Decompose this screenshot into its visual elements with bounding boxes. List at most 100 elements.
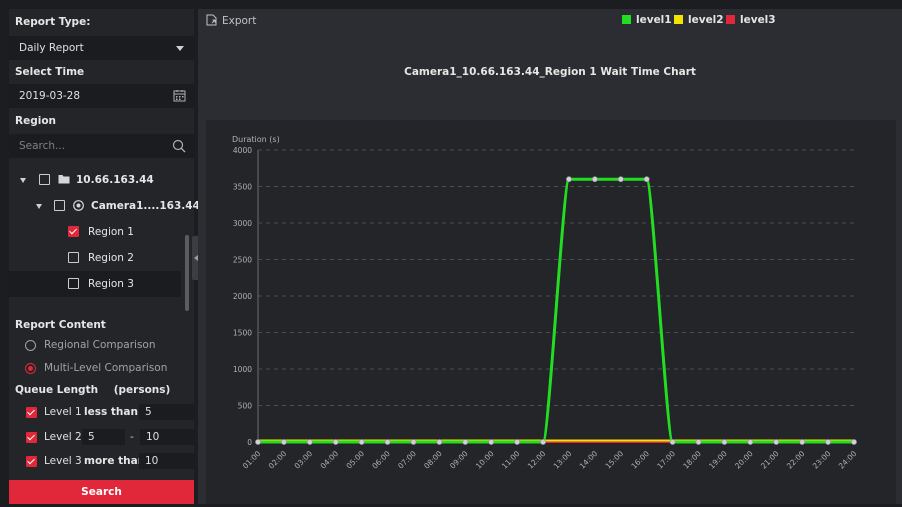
tree-node-region-3[interactable]: Region 3: [9, 271, 181, 297]
x-tick-label: 12:00: [526, 449, 548, 471]
region-1-checkbox[interactable]: [68, 226, 79, 237]
calendar-icon[interactable]: [173, 89, 186, 102]
data-point: [410, 439, 417, 445]
chart-area: Duration (s) 0 500 1000 1500 2000 2500 3000 350…: [206, 120, 896, 504]
legend-label: level3: [740, 14, 776, 26]
radio-multi-level-comparison[interactable]: [25, 363, 36, 374]
date-field[interactable]: 2019-03-28: [9, 84, 194, 108]
data-point: [695, 439, 702, 445]
region-2-label: Region 2: [88, 252, 134, 264]
data-point: [255, 439, 261, 445]
date-value: 2019-03-28: [19, 90, 81, 102]
queue-length-label: Queue Length (persons): [15, 384, 170, 396]
chevron-down-icon: [176, 46, 184, 51]
level-1-checkbox[interactable]: [26, 407, 37, 418]
data-point: [462, 439, 469, 445]
region-1-label: Region 1: [88, 226, 134, 238]
queue-length-title: Queue Length: [15, 384, 99, 396]
tree-node-region-2[interactable]: Region 2: [9, 245, 181, 271]
legend-item-level2: level2: [674, 14, 724, 26]
camera-checkbox[interactable]: [54, 200, 65, 211]
data-point: [825, 439, 831, 445]
root-checkbox[interactable]: [39, 174, 50, 185]
range-separator: -: [130, 431, 134, 443]
data-point: [384, 439, 391, 445]
tree-node-region-1[interactable]: Region 1: [9, 219, 181, 245]
y-tick-label: 2500: [233, 256, 252, 265]
x-tick-label: 18:00: [681, 449, 703, 471]
data-point: [851, 439, 857, 445]
data-point: [436, 439, 443, 445]
legend-label: level2: [688, 14, 724, 26]
multi-level-comparison-label[interactable]: Multi-Level Comparison: [44, 362, 167, 374]
level-1-condition: less than: [84, 406, 138, 418]
data-point: [643, 176, 650, 183]
data-point: [540, 439, 546, 445]
camera-label: Camera1....163.44: [91, 200, 200, 212]
legend-item-level1: level1: [622, 14, 672, 26]
export-button[interactable]: Export: [206, 14, 256, 27]
y-tick-label: 4000: [233, 146, 252, 155]
tree-node-camera[interactable]: Camera1....163.44: [9, 193, 200, 219]
regional-comparison-label[interactable]: Regional Comparison: [44, 339, 156, 351]
level-2-from-input[interactable]: 5: [82, 429, 125, 445]
series-line-level1: [258, 177, 854, 444]
level-2-checkbox[interactable]: [26, 432, 37, 443]
level-2-to-input[interactable]: 10: [140, 429, 194, 445]
expand-icon[interactable]: [36, 204, 42, 209]
tree-scrollbar[interactable]: [185, 235, 189, 311]
search-button[interactable]: Search: [9, 480, 194, 504]
region-label: Region: [15, 115, 57, 127]
radio-regional-comparison[interactable]: [25, 340, 36, 351]
level-3-condition: more than: [84, 455, 146, 467]
data-point: [332, 439, 339, 445]
x-tick-label: 17:00: [655, 449, 677, 471]
report-type-value: Daily Report: [19, 42, 84, 54]
data-point: [747, 439, 754, 445]
data-point: [281, 439, 287, 445]
region-2-checkbox[interactable]: [68, 252, 79, 263]
region-3-label: Region 3: [88, 278, 134, 290]
report-type-dropdown[interactable]: Daily Report: [9, 36, 194, 60]
x-tick-label: 19:00: [707, 449, 729, 471]
expand-icon[interactable]: [20, 178, 26, 183]
y-tick-label: 2000: [233, 292, 252, 301]
level-3-value-input[interactable]: 10: [139, 453, 194, 469]
level-1-label: Level 1: [44, 406, 82, 418]
tree-node-root[interactable]: 10.66.163.44: [9, 167, 181, 193]
x-tick-label: 09:00: [448, 449, 470, 471]
data-point: [358, 439, 365, 445]
legend-swatch: [622, 15, 631, 24]
y-tick-label: 3500: [233, 183, 252, 192]
y-tick-label: 3000: [233, 219, 252, 228]
camera-icon: [73, 200, 84, 211]
x-tick-label: 13:00: [552, 449, 574, 471]
region-3-checkbox[interactable]: [68, 278, 79, 289]
x-tick-label: 06:00: [370, 449, 392, 471]
x-tick-label: 23:00: [811, 449, 833, 471]
level-2-label: Level 2: [44, 431, 82, 443]
x-tick-label: 14:00: [578, 449, 600, 471]
x-tick-label: 15:00: [604, 449, 626, 471]
data-point: [514, 439, 521, 445]
select-time-label: Select Time: [15, 66, 85, 78]
data-point: [721, 439, 728, 445]
y-tick-label: 500: [238, 402, 253, 411]
data-point: [306, 439, 313, 445]
line-chart: Duration (s) 0 500 1000 1500 2000 2500 3000 350…: [232, 135, 859, 471]
y-tick-label: 0: [247, 438, 252, 447]
x-tick-label: 07:00: [396, 449, 418, 471]
level-1-value-input[interactable]: 5: [139, 404, 194, 420]
legend-swatch: [726, 15, 735, 24]
search-icon[interactable]: [172, 139, 186, 153]
report-type-label: Report Type:: [15, 16, 91, 28]
data-point: [488, 439, 495, 445]
level-3-checkbox[interactable]: [26, 456, 37, 467]
chart-panel: Export level1 level2 level3 Camera1_10.6…: [198, 9, 902, 504]
region-tree: 10.66.163.44 Camera1....163.44 Region 1 …: [9, 167, 200, 301]
legend-item-level3: level3: [726, 14, 776, 26]
queue-length-unit: (persons): [113, 384, 171, 396]
region-search-input[interactable]: Search...: [9, 134, 194, 158]
x-tick-label: 02:00: [267, 449, 289, 471]
x-tick-label: 22:00: [785, 449, 807, 471]
